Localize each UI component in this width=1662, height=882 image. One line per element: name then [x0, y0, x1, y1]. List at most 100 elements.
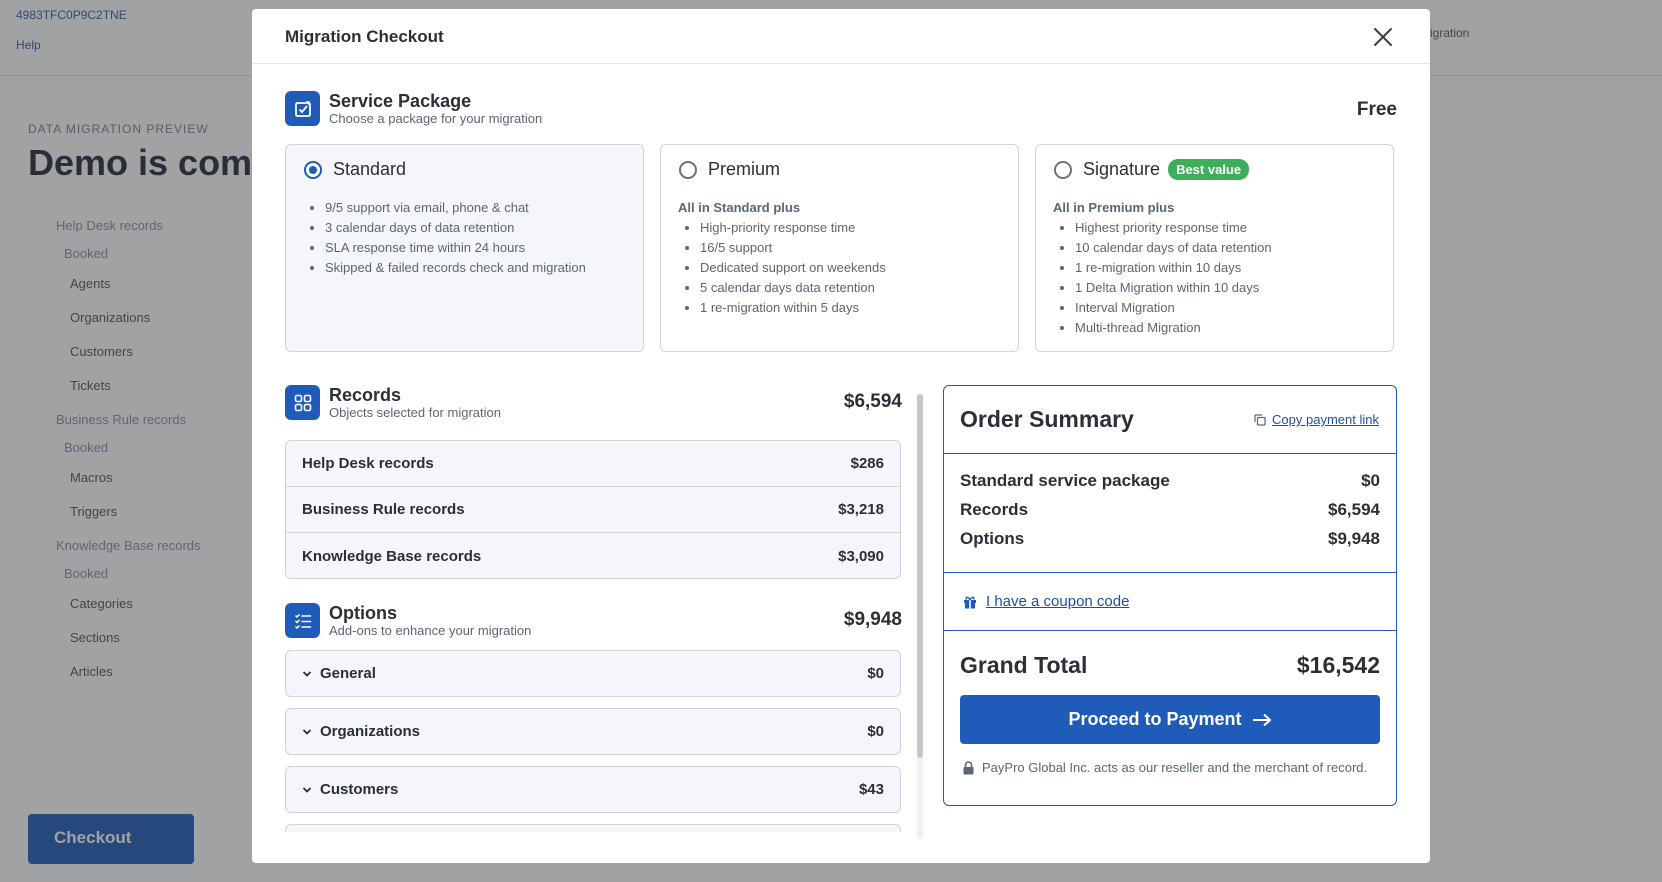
feature-item: 1 re-migration within 10 days — [1075, 258, 1379, 278]
modal-header: Migration Checkout — [252, 9, 1430, 64]
best-value-badge: Best value — [1168, 159, 1250, 180]
feature-item: 5 calendar days data retention — [700, 278, 1004, 298]
record-label: Help Desk records — [302, 455, 434, 472]
checklist-icon — [285, 603, 320, 638]
records-subtitle: Objects selected for migration — [329, 405, 501, 420]
scrollbar-thumb[interactable] — [917, 394, 923, 758]
service-package-title: Service Package — [329, 91, 472, 111]
options-title: Options — [329, 603, 397, 623]
copy-icon — [1254, 413, 1266, 426]
modal-title: Migration Checkout — [285, 27, 444, 46]
record-price: $3,090 — [838, 547, 884, 565]
option-label: General — [320, 665, 376, 682]
package-card-premium[interactable]: Premium All in Standard plus High-priori… — [660, 144, 1019, 352]
chevron-down-icon — [302, 670, 312, 677]
record-price: $286 — [850, 455, 884, 472]
package-radio-standard[interactable] — [304, 160, 322, 179]
summary-line-value: $0 — [1361, 471, 1380, 490]
package-name: Premium — [708, 159, 781, 179]
checkout-modal: Migration Checkout Service Package Choos… — [252, 9, 1430, 863]
copy-payment-link[interactable]: Copy payment link — [1254, 412, 1379, 427]
package-radio-signature[interactable] — [1054, 160, 1072, 179]
feature-item: SLA response time within 24 hours — [325, 238, 629, 258]
summary-line: Standard service package $0 — [960, 471, 1380, 500]
feature-item: Skipped & failed records check and migra… — [325, 258, 629, 278]
package-intro: All in Premium plus — [1053, 200, 1175, 215]
order-summary: Order Summary Copy payment link Standard… — [943, 385, 1397, 806]
package-card-signature[interactable]: Signature Best value All in Premium plus… — [1035, 144, 1394, 352]
package-header: Signature Best value — [1054, 159, 1250, 180]
scrollbar[interactable] — [917, 394, 923, 839]
lock-icon — [963, 760, 974, 774]
arrow-right-icon — [1252, 713, 1272, 726]
package-radio-premium[interactable] — [679, 160, 697, 179]
package-features: 9/5 support via email, phone & chat 3 ca… — [303, 198, 629, 278]
records-title: Records — [329, 385, 402, 405]
records-grid-icon — [285, 385, 320, 420]
feature-item: Highest priority response time — [1075, 218, 1379, 238]
feature-item: Interval Migration — [1075, 298, 1379, 318]
merchant-note-text: PayPro Global Inc. acts as our reseller … — [982, 760, 1368, 775]
grand-total-value: $16,542 — [1296, 652, 1380, 678]
package-header: Premium — [679, 159, 780, 180]
service-package-subtitle: Choose a package for your migration — [329, 111, 543, 126]
option-price: $0 — [867, 665, 884, 682]
summary-line-label: Records — [960, 500, 1029, 519]
feature-item: 10 calendar days of data retention — [1075, 238, 1379, 258]
coupon-row: I have a coupon code — [944, 573, 1396, 631]
option-label: Customers — [320, 781, 399, 798]
option-label: Organizations — [320, 723, 421, 740]
option-header: Customers — [302, 781, 398, 798]
summary-header: Order Summary Copy payment link — [944, 386, 1396, 454]
package-card-standard[interactable]: Standard 9/5 support via email, phone & … — [285, 144, 644, 352]
grand-total-label: Grand Total — [960, 652, 1088, 678]
proceed-to-payment-label: Proceed to Payment — [1068, 709, 1242, 729]
grand-total-row: Grand Total $16,542 — [944, 631, 1396, 699]
options-subtitle: Add-ons to enhance your migration — [329, 623, 532, 638]
feature-item: 9/5 support via email, phone & chat — [325, 198, 629, 218]
package-icon — [285, 91, 320, 126]
summary-line: Records $6,594 — [960, 500, 1380, 529]
record-label: Knowledge Base records — [302, 547, 482, 565]
option-price: $43 — [858, 781, 884, 798]
summary-line-value: $9,948 — [1328, 529, 1380, 548]
feature-item: 3 calendar days of data retention — [325, 218, 629, 238]
feature-item: Dedicated support on weekends — [700, 258, 1004, 278]
summary-line-label: Standard service package — [960, 471, 1170, 490]
package-features: All in Standard plus High-priority respo… — [678, 198, 1004, 318]
chevron-down-icon — [302, 786, 312, 793]
option-accordion-partial[interactable] — [285, 824, 901, 832]
feature-item: 16/5 support — [700, 238, 1004, 258]
option-accordion-customers[interactable]: Customers $43 — [285, 766, 901, 813]
close-icon[interactable] — [1372, 26, 1394, 48]
package-name: Standard — [333, 159, 407, 179]
list-item: Help Desk records $286 — [286, 441, 900, 487]
option-price: $0 — [867, 723, 884, 740]
summary-lines: Standard service package $0 Records $6,5… — [944, 454, 1396, 573]
service-package-price: Free — [1356, 99, 1397, 120]
summary-line-label: Options — [960, 529, 1025, 548]
package-header: Standard — [304, 159, 406, 180]
proceed-to-payment-button[interactable]: Proceed to Payment — [960, 695, 1380, 744]
feature-item: 1 re-migration within 5 days — [700, 298, 1004, 318]
summary-line-value: $6,594 — [1328, 500, 1380, 519]
chevron-down-icon — [302, 728, 312, 735]
records-price: $6,594 — [843, 391, 902, 412]
copy-payment-link-label: Copy payment link — [1272, 412, 1379, 427]
coupon-link[interactable]: I have a coupon code — [986, 593, 1129, 610]
package-name: Signature — [1083, 159, 1161, 179]
option-header: Organizations — [302, 723, 420, 740]
record-price: $3,218 — [838, 501, 884, 518]
feature-item: High-priority response time — [700, 218, 1004, 238]
gift-icon — [964, 596, 976, 608]
records-list: Help Desk records $286 Business Rule rec… — [285, 440, 901, 579]
list-item: Business Rule records $3,218 — [286, 487, 900, 533]
option-accordion-general[interactable]: General $0 — [285, 650, 901, 697]
feature-item: 1 Delta Migration within 10 days — [1075, 278, 1379, 298]
option-accordion-organizations[interactable]: Organizations $0 — [285, 708, 901, 755]
package-features: All in Premium plus Highest priority res… — [1053, 198, 1379, 338]
options-price: $9,948 — [843, 609, 902, 630]
record-label: Business Rule records — [302, 501, 465, 518]
summary-title: Order Summary — [960, 406, 1134, 432]
option-header: General — [302, 665, 376, 682]
